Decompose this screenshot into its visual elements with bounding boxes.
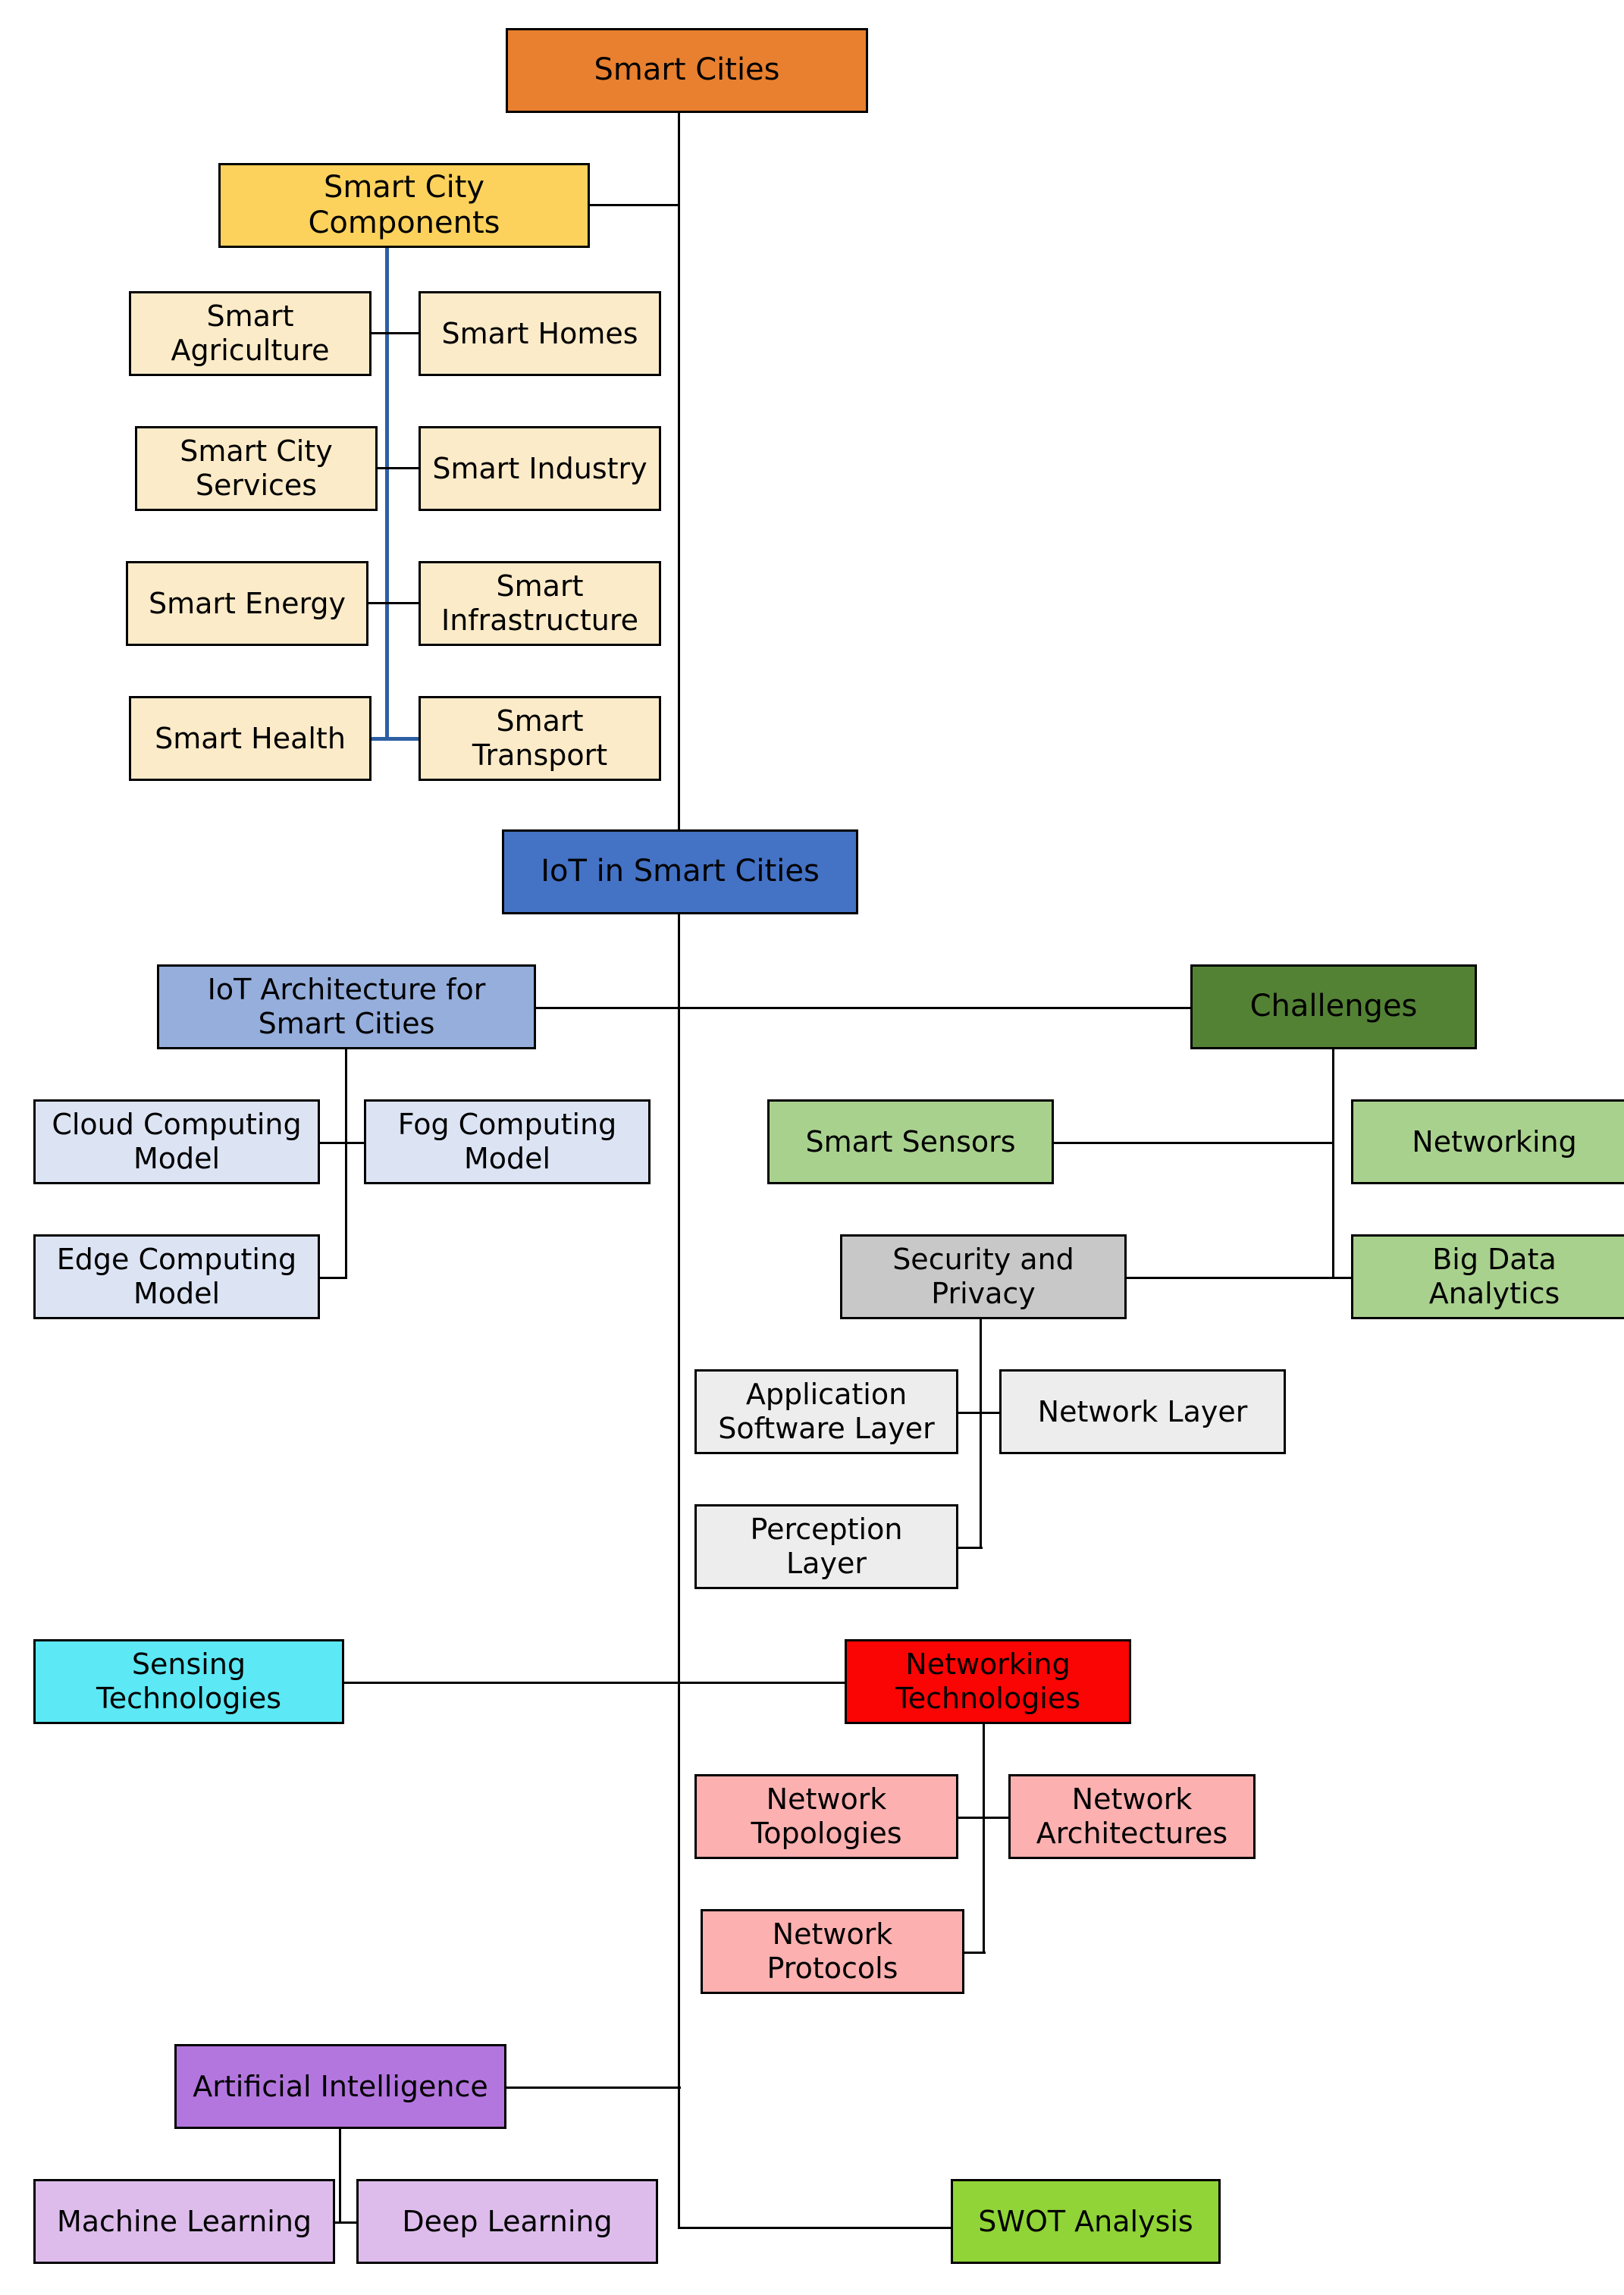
node-network-topologies[interactable]: Network Topologies [694,1774,958,1859]
connector-iotarch-trunk-h [536,1007,680,1009]
connector-nettech-trunk-h [678,1682,848,1684]
connector-topologies-to-spine [958,1817,1011,1819]
connector-trunk-main [678,113,680,2229]
node-perception-layer[interactable]: Perception Layer [694,1504,958,1589]
connector-trunk-to-components [590,204,679,206]
connector-agriculture-to-spine [372,332,420,334]
node-security-and-privacy[interactable]: Security and Privacy [840,1234,1127,1319]
node-iot-architecture[interactable]: IoT Architecture for Smart Cities [157,964,536,1049]
node-machine-learning[interactable]: Machine Learning [33,2179,335,2264]
connector-sensing-trunk-h [344,1682,680,1684]
node-smart-city-components[interactable]: Smart City Components [218,163,590,248]
node-big-data-analytics[interactable]: Big Data Analytics [1351,1234,1624,1319]
connector-security-spine [980,1319,982,1547]
node-smart-transport[interactable]: Smart Transport [419,696,661,781]
connector-appsoft-to-spine [958,1412,1002,1414]
node-fog-computing-model[interactable]: Fog Computing Model [364,1099,651,1184]
connector-ai-trunk-h [506,2087,681,2089]
connector-perception-to-spine [958,1547,983,1549]
node-network-protocols[interactable]: Network Protocols [701,1909,964,1994]
connector-cloud-to-spine [320,1142,364,1144]
connector-bigdata-to-spine [1127,1277,1354,1279]
node-smart-industry[interactable]: Smart Industry [419,426,661,511]
node-sensing-technologies[interactable]: Sensing Technologies [33,1639,344,1724]
node-network-architectures[interactable]: Network Architectures [1008,1774,1256,1859]
node-network-layer[interactable]: Network Layer [999,1369,1286,1454]
node-deep-learning[interactable]: Deep Learning [356,2179,658,2264]
node-networking-technologies[interactable]: Networking Technologies [845,1639,1131,1724]
node-smart-health[interactable]: Smart Health [129,696,372,781]
connector-energy-to-spine [368,602,420,604]
node-application-software-layer[interactable]: Application Software Layer [694,1369,958,1454]
mind-map-canvas: Smart Cities Smart City Components Smart A… [0,0,1624,2295]
connector-components-blue-spine [385,248,389,738]
connector-iotarch-spine [345,1049,347,1277]
node-smart-city-services[interactable]: Smart City Services [135,426,378,511]
connector-health-to-spine [372,737,420,741]
connector-protocols-to-spine [964,1952,986,1954]
node-smart-energy[interactable]: Smart Energy [126,561,368,646]
connector-sensors-to-spine [1054,1142,1334,1144]
connector-challenges-trunk-h [678,1007,1192,1009]
node-challenges[interactable]: Challenges [1190,964,1477,1049]
node-iot-in-smart-cities[interactable]: IoT in Smart Cities [502,829,858,914]
connector-services-to-spine [378,467,420,469]
connector-nettech-spine [983,1724,985,1952]
connector-ai-spine [339,2129,341,2221]
node-smart-sensors[interactable]: Smart Sensors [767,1099,1054,1184]
node-smart-infrastructure[interactable]: Smart Infrastructure [419,561,661,646]
node-smart-cities[interactable]: Smart Cities [506,28,868,113]
connector-edge-to-spine [320,1277,347,1279]
connector-challenges-spine [1332,1049,1334,1277]
node-smart-agriculture[interactable]: Smart Agriculture [129,291,372,376]
node-smart-homes[interactable]: Smart Homes [419,291,661,376]
node-artificial-intelligence[interactable]: Artificial Intelligence [174,2044,506,2129]
connector-swot-trunk-h [678,2227,953,2229]
node-swot-analysis[interactable]: SWOT Analysis [951,2179,1221,2264]
node-cloud-computing-model[interactable]: Cloud Computing Model [33,1099,320,1184]
node-edge-computing-model[interactable]: Edge Computing Model [33,1234,320,1319]
node-networking[interactable]: Networking [1351,1099,1624,1184]
